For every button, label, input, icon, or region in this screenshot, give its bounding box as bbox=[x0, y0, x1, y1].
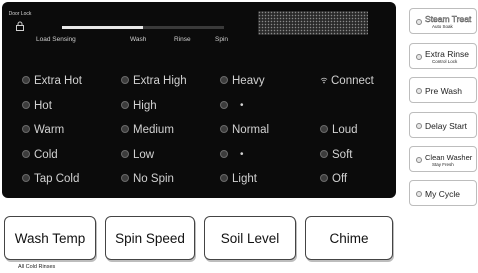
indicator-led-icon bbox=[22, 76, 30, 84]
extra-rinse-button[interactable]: Extra Rinse Control Lock bbox=[409, 43, 477, 69]
indicator-led-icon bbox=[220, 150, 228, 158]
delay-start-button[interactable]: Delay Start bbox=[409, 112, 477, 138]
option-soft: Soft bbox=[320, 148, 352, 162]
soil-level-button[interactable]: Soil Level bbox=[204, 216, 296, 260]
indicator-led-icon bbox=[220, 101, 228, 109]
option-light: Light bbox=[220, 172, 257, 186]
indicator-led-icon bbox=[121, 101, 129, 109]
indicator-led-icon bbox=[416, 19, 422, 25]
indicator-led-icon bbox=[220, 125, 228, 133]
clean-washer-button[interactable]: Clean Washer Stay Fresh bbox=[409, 146, 477, 172]
chime-button[interactable]: Chime bbox=[305, 216, 393, 260]
control-panel-display: Door Lock Load Sensing Wash Rinse Spin E… bbox=[2, 2, 396, 198]
my-cycle-button[interactable]: My Cycle bbox=[409, 180, 477, 206]
option-cold: Cold bbox=[22, 148, 58, 162]
door-lock-label: Door Lock bbox=[8, 11, 32, 17]
steam-treat-label: Steam Treat bbox=[425, 14, 472, 24]
option-off: Off bbox=[320, 172, 347, 186]
stage-load-sensing: Load Sensing bbox=[36, 36, 76, 43]
spin-speed-button[interactable]: Spin Speed bbox=[105, 216, 195, 260]
indicator-led-icon bbox=[22, 174, 30, 182]
indicator-led-icon bbox=[121, 76, 129, 84]
door-lock-indicator: Door Lock bbox=[8, 11, 32, 31]
indicator-led-icon bbox=[121, 174, 129, 182]
auto-soak-label: Auto Soak bbox=[432, 24, 453, 29]
pre-wash-label: Pre Wash bbox=[425, 86, 463, 96]
my-cycle-label: My Cycle bbox=[425, 189, 460, 199]
wash-temp-button[interactable]: Wash Temp bbox=[4, 216, 96, 260]
indicator-led-icon bbox=[121, 150, 129, 158]
stage-wash: Wash bbox=[130, 36, 147, 43]
option-high: High bbox=[121, 99, 157, 113]
option-low: Low bbox=[121, 148, 154, 162]
option-no-spin: No Spin bbox=[121, 172, 174, 186]
indicator-led-icon bbox=[416, 88, 422, 94]
wifi-connect-icon bbox=[320, 77, 328, 84]
option-hot: Hot bbox=[22, 99, 52, 113]
indicator-led-icon bbox=[320, 125, 328, 133]
option-soil-medium-heavy: • bbox=[220, 99, 244, 113]
indicator-led-icon bbox=[416, 123, 422, 129]
option-normal: Normal bbox=[220, 123, 269, 137]
option-medium: Medium bbox=[121, 123, 174, 137]
option-tap-cold: Tap Cold bbox=[22, 172, 79, 186]
cycle-progress-bar bbox=[62, 26, 224, 29]
option-soil-medium-light: • bbox=[220, 148, 244, 162]
indicator-led-icon bbox=[22, 101, 30, 109]
option-connect: Connect bbox=[320, 74, 374, 88]
indicator-led-icon bbox=[22, 125, 30, 133]
indicator-led-icon bbox=[220, 174, 228, 182]
steam-treat-button[interactable]: Steam Treat Auto Soak bbox=[409, 8, 477, 34]
time-remaining-display bbox=[258, 11, 368, 35]
clean-washer-label: Clean Washer bbox=[425, 153, 473, 162]
cycle-progress-fill bbox=[62, 26, 143, 29]
indicator-led-icon bbox=[121, 125, 129, 133]
option-loud: Loud bbox=[320, 123, 358, 137]
option-extra-high: Extra High bbox=[121, 74, 187, 88]
indicator-led-icon bbox=[22, 150, 30, 158]
stay-fresh-label: Stay Fresh bbox=[432, 162, 454, 167]
indicator-led-icon bbox=[220, 76, 228, 84]
delay-start-label: Delay Start bbox=[425, 121, 468, 131]
indicator-led-icon bbox=[416, 157, 422, 163]
indicator-led-icon bbox=[416, 54, 422, 60]
indicator-led-icon bbox=[320, 150, 328, 158]
stage-rinse: Rinse bbox=[174, 36, 191, 43]
option-extra-hot: Extra Hot bbox=[22, 74, 82, 88]
control-lock-label: Control Lock bbox=[432, 59, 458, 64]
extra-rinse-label: Extra Rinse bbox=[425, 49, 469, 59]
indicator-led-icon bbox=[320, 174, 328, 182]
wash-temp-subnote: All Cold Rinses bbox=[18, 264, 56, 270]
lock-icon bbox=[16, 21, 24, 31]
option-warm: Warm bbox=[22, 123, 64, 137]
option-heavy: Heavy bbox=[220, 74, 265, 88]
pre-wash-button[interactable]: Pre Wash bbox=[409, 77, 477, 103]
stage-spin: Spin bbox=[215, 36, 229, 43]
indicator-led-icon bbox=[416, 191, 422, 197]
